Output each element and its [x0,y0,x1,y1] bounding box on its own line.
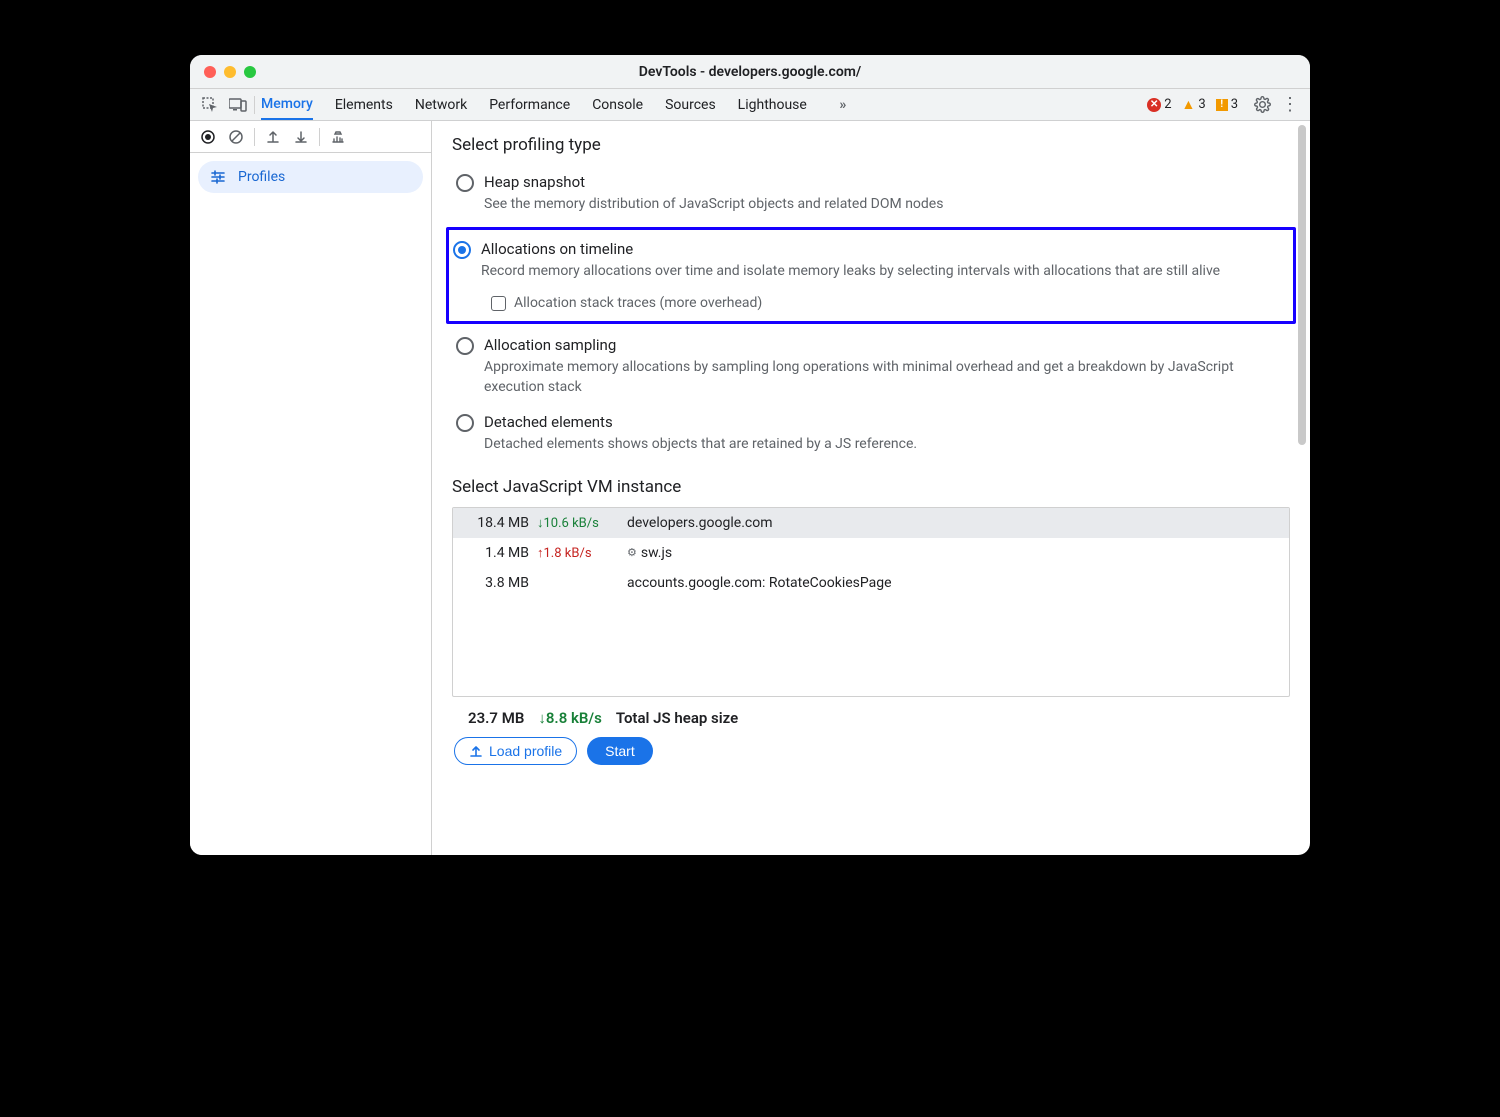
upload-icon [469,744,483,758]
tab-performance[interactable]: Performance [489,89,570,120]
sidebar-item-profiles[interactable]: Profiles [198,161,423,193]
main-panel: Select profiling type Heap snapshot See … [432,121,1310,855]
vm-name: developers.google.com [627,515,1285,531]
option-desc: Approximate memory allocations by sampli… [484,358,1282,397]
option-desc: Record memory allocations over time and … [481,262,1285,282]
vm-rate: ↑1.8 kB/s [537,545,627,561]
option-title: Heap snapshot [484,173,1282,191]
issues-count: 3 [1231,97,1238,112]
download-icon[interactable] [289,125,313,149]
status-badges: ✕ 2 ▲ 3 ! 3 [1147,96,1238,113]
minimize-window-icon[interactable] [224,66,236,78]
window-title: DevTools - developers.google.com/ [190,64,1310,80]
vm-name: ⚙sw.js [627,545,1285,561]
warning-icon: ▲ [1182,96,1196,113]
warnings-count: 3 [1198,97,1205,112]
vm-instance-section: Select JavaScript VM instance 18.4 MB ↓1… [452,477,1290,765]
issues-badge[interactable]: ! 3 [1216,97,1238,112]
vm-name: accounts.google.com: RotateCookiesPage [627,575,1285,591]
vm-mem: 1.4 MB [457,545,537,561]
issue-icon: ! [1216,99,1228,111]
collect-garbage-icon[interactable] [326,125,350,149]
tab-lighthouse[interactable]: Lighthouse [738,89,807,120]
checkbox-icon[interactable] [491,296,506,311]
option-heap-snapshot[interactable]: Heap snapshot See the memory distributio… [452,165,1290,223]
clear-icon[interactable] [224,125,248,149]
scrollbar[interactable] [1298,125,1306,445]
option-detached-elements[interactable]: Detached elements Detached elements show… [452,405,1290,463]
heap-totals: 23.7 MB ↓8.8 kB/s Total JS heap size [452,709,1290,727]
option-title: Allocation sampling [484,336,1282,354]
total-label: Total JS heap size [616,709,738,727]
start-button[interactable]: Start [587,737,653,765]
titlebar: DevTools - developers.google.com/ [190,55,1310,89]
record-icon[interactable] [196,125,220,149]
error-icon: ✕ [1147,98,1161,112]
suboption-stack-traces[interactable]: Allocation stack traces (more overhead) [481,295,1285,311]
radio-icon[interactable] [456,174,474,192]
upload-icon[interactable] [261,125,285,149]
errors-count: 2 [1164,97,1171,112]
total-rate: ↓8.8 kB/s [538,709,602,727]
vm-row[interactable]: 3.8 MB accounts.google.com: RotateCookie… [453,568,1289,598]
tab-memory[interactable]: Memory [261,89,313,120]
load-profile-label: Load profile [489,743,562,759]
warnings-badge[interactable]: ▲ 3 [1182,96,1206,113]
toolbar-divider [254,96,255,114]
devtools-window: DevTools - developers.google.com/ Memory… [190,55,1310,855]
radio-icon[interactable] [456,337,474,355]
kebab-menu-icon[interactable]: ⋮ [1276,94,1304,115]
device-toolbar-icon[interactable] [224,98,252,112]
content-area: Profiles Select profiling type Heap snap… [190,121,1310,855]
settings-gear-icon[interactable] [1248,96,1276,113]
sidebar: Profiles [190,121,432,855]
arrow-down-icon: ↓ [538,709,546,727]
vm-mem: 18.4 MB [457,515,537,531]
maximize-window-icon[interactable] [244,66,256,78]
vm-mem: 3.8 MB [457,575,537,591]
sidebar-divider [254,128,255,146]
errors-badge[interactable]: ✕ 2 [1147,97,1171,112]
tab-network[interactable]: Network [415,89,467,120]
profiles-label: Profiles [238,169,285,185]
option-allocations-timeline[interactable]: Allocations on timeline Record memory al… [446,227,1296,325]
inspect-element-icon[interactable] [196,97,224,113]
window-traffic-lights [190,66,256,78]
load-profile-button[interactable]: Load profile [454,737,577,765]
vm-row[interactable]: 18.4 MB ↓10.6 kB/s developers.google.com [453,508,1289,538]
more-tabs-icon[interactable]: » [829,97,857,113]
vm-instance-table: 18.4 MB ↓10.6 kB/s developers.google.com… [452,507,1290,697]
option-desc: Detached elements shows objects that are… [484,435,1282,455]
section-title-vm: Select JavaScript VM instance [452,477,1290,497]
tab-elements[interactable]: Elements [335,89,393,120]
total-mem: 23.7 MB [468,709,524,727]
section-title-profiling-type: Select profiling type [452,135,1290,155]
sidebar-divider-2 [319,128,320,146]
suboption-label: Allocation stack traces (more overhead) [514,295,762,311]
sliders-icon [210,169,226,185]
tab-console[interactable]: Console [592,89,643,120]
footer-buttons: Load profile Start [452,737,1290,765]
option-title: Detached elements [484,413,1282,431]
vm-rate: ↓10.6 kB/s [537,515,627,531]
radio-icon[interactable] [456,414,474,432]
option-desc: See the memory distribution of JavaScrip… [484,195,1282,215]
close-window-icon[interactable] [204,66,216,78]
option-allocation-sampling[interactable]: Allocation sampling Approximate memory a… [452,328,1290,405]
panel-tabs: Memory Elements Network Performance Cons… [261,89,857,120]
option-title: Allocations on timeline [481,240,1285,258]
tab-sources[interactable]: Sources [665,89,716,120]
devtools-toolbar: Memory Elements Network Performance Cons… [190,89,1310,121]
sidebar-toolbar [190,121,431,153]
service-worker-gear-icon: ⚙ [627,546,637,559]
vm-row[interactable]: 1.4 MB ↑1.8 kB/s ⚙sw.js [453,538,1289,568]
radio-icon[interactable] [453,241,471,259]
